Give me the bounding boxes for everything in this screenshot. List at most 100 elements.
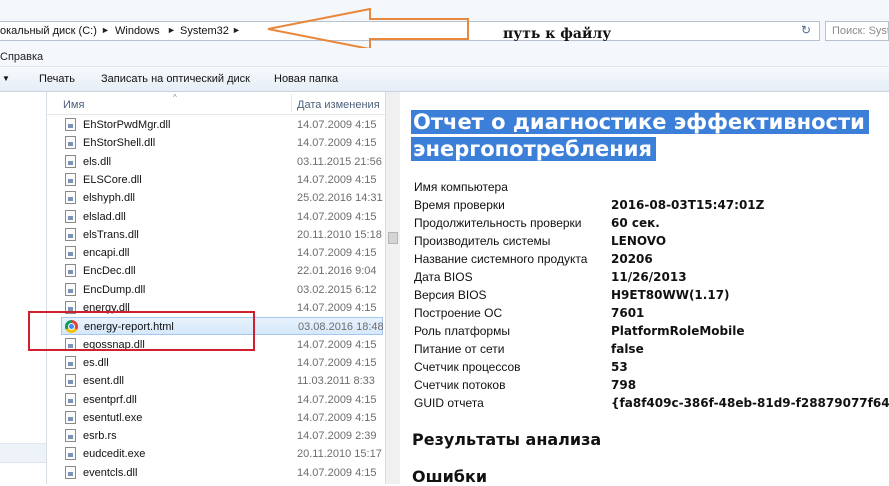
exe-file-icon [65,410,76,424]
file-row[interactable]: esentutl.exe 14.07.2009 4:15 [61,409,383,427]
scrollbar-thumb[interactable] [388,232,398,244]
report-row: Название системного продукта 20206 [414,250,889,268]
report-value: 60 сек. [611,216,660,230]
file-name: EncDump.dll [83,283,146,296]
dll-file-icon [65,465,76,479]
toolbar: ▼ Печать Записать на оптический диск Нов… [0,67,889,92]
file-name: esentutl.exe [83,411,143,424]
file-row[interactable]: EhStorShell.dll 14.07.2009 4:15 [61,134,383,152]
file-date: 20.11.2010 15:17 [297,448,382,461]
menu-help[interactable]: Справка [0,51,43,63]
file-row[interactable]: esrb.rs 14.07.2009 2:39 [61,427,383,445]
column-date-header[interactable]: Дата изменения [297,99,380,111]
report-row: Продолжительность проверки 60 сек. [414,214,889,232]
file-row[interactable]: elslad.dll 14.07.2009 4:15 [61,208,383,226]
file-date: 14.07.2009 4:15 [297,302,377,314]
file-row[interactable]: EncDec.dll 22.01.2016 9:04 [61,262,383,280]
report-value: 798 [611,378,637,392]
dll-file-icon [65,227,76,241]
chevron-right-icon[interactable]: ► [232,25,241,35]
report-row: Счетчик процессов 53 [414,358,889,376]
file-icon [65,429,76,443]
file-row[interactable]: ELSCore.dll 14.07.2009 4:15 [61,171,383,189]
nav-item[interactable] [0,443,46,463]
report-title-line1: Отчет о диагностике эффективности [411,110,869,134]
file-row[interactable]: EhStorPwdMgr.dll 14.07.2009 4:15 [61,116,383,134]
address-bar-area: окальный диск (C:) ► Windows ► System32 … [0,0,889,51]
file-date: 14.07.2009 4:15 [297,137,377,150]
dll-file-icon [65,374,76,388]
dll-file-icon [65,282,76,296]
file-list-scrollbar[interactable] [385,92,400,484]
report-value: false [611,342,644,356]
annotation-arrow-icon [267,7,469,51]
file-row[interactable]: esent.dll 11.03.2011 8:33 [61,372,383,390]
report-row: Время проверки 2016-08-03T15:47:01Z [414,196,889,214]
file-date: 20.11.2010 15:18 [297,228,382,241]
file-date: 14.07.2009 4:15 [297,466,377,479]
dll-file-icon [65,246,76,260]
dll-file-icon [65,118,76,131]
report-row: Дата BIOS 11/26/2013 [414,268,889,286]
burn-disc-button[interactable]: Записать на оптический диск [101,73,250,85]
file-date: 03.11.2015 21:56 [297,155,382,168]
new-folder-button[interactable]: Новая папка [274,73,338,85]
file-row[interactable]: elsTrans.dll 20.11.2010 15:18 [61,226,383,244]
errors-heading: Ошибки [412,467,488,486]
energy-report-pane: Отчет о диагностике эффективности энерго… [400,92,889,486]
dropdown-arrow-icon[interactable]: ▼ [2,74,10,83]
file-date: 14.07.2009 4:15 [297,338,377,351]
report-label: Версия BIOS [414,288,487,302]
file-row[interactable]: EncDump.dll 03.02.2015 6:12 [61,281,383,299]
report-row: Производитель системы LENOVO [414,232,889,250]
chevron-right-icon[interactable]: ► [101,25,110,35]
column-header: ^ Имя Дата изменения [47,92,385,115]
report-title: Отчет о диагностике эффективности энерго… [411,109,869,163]
file-row[interactable]: els.dll 03.11.2015 21:56 [61,153,383,171]
breadcrumb-system32[interactable]: System32 [180,25,229,37]
search-input[interactable]: Поиск: Syste [825,21,889,41]
chevron-right-icon[interactable]: ► [167,25,176,35]
file-row[interactable]: elshyph.dll 25.02.2016 14:31 [61,189,383,207]
file-date: 25.02.2016 14:31 [297,192,383,205]
file-row[interactable]: eudcedit.exe 20.11.2010 15:17 [61,445,383,463]
report-row: Счетчик потоков 798 [414,376,889,394]
breadcrumb-windows[interactable]: Windows [115,25,160,37]
file-date: 03.02.2015 6:12 [297,283,377,296]
file-date: 11.03.2011 8:33 [297,375,375,388]
file-row[interactable]: encapi.dll 14.07.2009 4:15 [61,244,383,262]
report-label: Производитель системы [414,234,551,248]
report-value: PlatformRoleMobile [611,324,745,338]
file-name: els.dll [83,155,112,168]
column-divider[interactable] [291,94,292,112]
file-date: 14.07.2009 4:15 [297,119,377,131]
navigation-pane[interactable] [0,92,47,484]
report-label: Дата BIOS [414,270,473,284]
file-list[interactable]: ^ Имя Дата изменения EhStorPwdMgr.dll 14.… [47,92,385,484]
report-value: 20206 [611,252,653,266]
annotation-label: путь к файлу [503,26,612,42]
file-date: 14.07.2009 4:15 [297,356,377,369]
report-label: Имя компьютера [414,180,508,194]
report-value: LENOVO [611,234,667,248]
column-name-header[interactable]: Имя [63,99,84,111]
report-label: Счетчик потоков [414,378,506,392]
file-name: encapi.dll [83,247,130,260]
file-row[interactable]: esentprf.dll 14.07.2009 4:15 [61,391,383,409]
address-bar[interactable]: окальный диск (C:) ► Windows ► System32 … [0,7,820,51]
print-button[interactable]: Печать [39,73,75,85]
file-name: esrb.rs [83,430,117,443]
breadcrumb-drive[interactable]: окальный диск (C:) [0,25,97,37]
dll-file-icon [65,392,76,406]
file-row[interactable]: eventcls.dll 14.07.2009 4:15 [61,464,383,482]
file-date: 14.07.2009 4:15 [297,173,377,186]
report-row: Построение ОС 7601 [414,304,889,322]
file-row[interactable]: es.dll 14.07.2009 4:15 [61,354,383,372]
file-date: 03.08.2016 18:48 [298,321,384,334]
report-value: {fa8f409c-386f-48eb-81d9-f28879077f64} [611,396,889,410]
refresh-icon[interactable]: ↻ [801,23,811,37]
report-label: Время проверки [414,198,505,212]
dll-file-icon [65,136,76,150]
file-date: 22.01.2016 9:04 [297,265,377,278]
highlight-box [28,311,255,351]
